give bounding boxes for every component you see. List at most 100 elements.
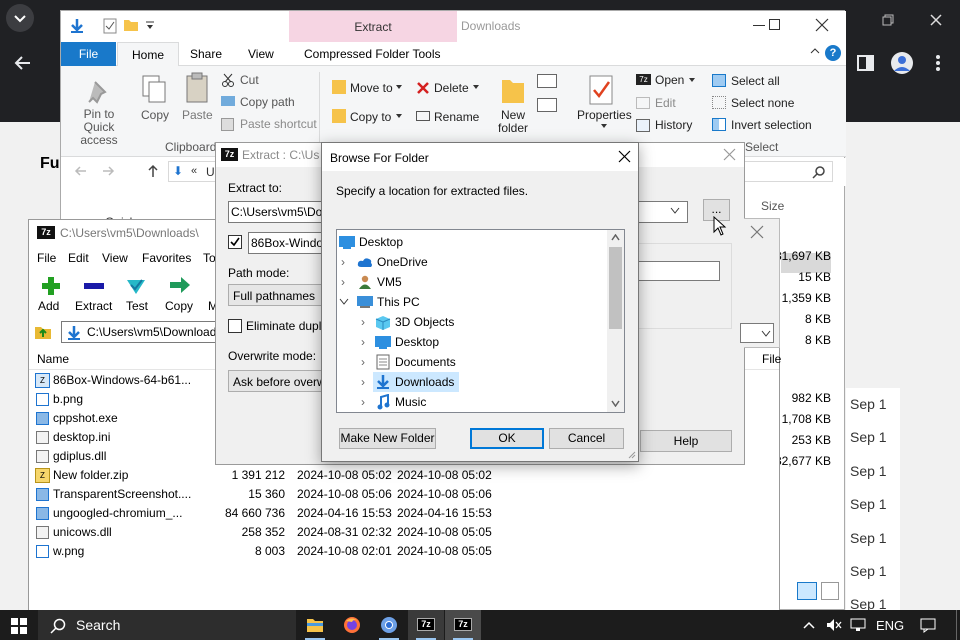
pin-quick-access-button[interactable]: Pin to Quick access [67,108,131,147]
tray-chevron-icon[interactable] [803,620,815,630]
tree-scrollbar[interactable] [607,230,624,412]
add-button[interactable]: Add [38,299,59,313]
folder-name-input[interactable]: 86Box-Window [248,232,328,254]
quick-access-dropdown-icon[interactable] [145,21,155,31]
scroll-down-icon[interactable] [611,400,620,407]
network-icon[interactable] [850,618,866,632]
make-new-folder-button[interactable]: Make New Folder [339,428,436,449]
nav-forward-icon[interactable] [101,164,115,178]
menu-file[interactable]: File [37,251,56,265]
taskbar-firefox[interactable] [334,610,370,640]
help-button[interactable]: Help [640,430,732,452]
resize-grip-icon[interactable] [626,449,636,459]
expand-chevron-icon[interactable]: › [361,392,365,412]
ok-button[interactable]: OK [470,428,544,449]
expand-chevron-icon[interactable]: › [361,352,365,372]
copy-path-button[interactable]: Copy path [240,95,295,109]
extract-context-tab[interactable]: Extract [289,11,457,42]
profile-avatar[interactable] [890,51,914,75]
file-column-header[interactable]: File [762,352,781,366]
expand-chevron-icon[interactable]: › [341,252,345,272]
background-close-icon[interactable] [750,225,764,239]
nav-up-icon[interactable] [146,164,160,178]
menu-tools[interactable]: To [203,251,216,265]
invert-selection-button[interactable]: Invert selection [731,118,812,132]
paste-shortcut-button[interactable]: Paste shortcut [240,117,317,131]
expand-chevron-icon[interactable]: › [361,372,365,392]
properties-dropdown-icon[interactable] [601,124,607,128]
delete-dropdown-icon[interactable] [473,85,479,89]
extract-close-icon[interactable] [723,148,736,161]
copy-to-dropdown-icon[interactable] [396,114,402,118]
properties-button[interactable]: Properties [577,108,632,122]
copy-button[interactable]: Copy [165,299,193,313]
nav-back-icon[interactable] [74,164,88,178]
taskbar-7zip-fm[interactable]: 7z [408,610,444,640]
tab-search-button[interactable] [6,4,34,32]
eliminate-duplicates-checkbox[interactable] [228,319,242,333]
easy-access-icon[interactable] [537,98,557,112]
overwrite-mode-select[interactable]: Ask before overwri [228,370,328,392]
collapse-chevron-icon[interactable] [339,298,349,306]
more-menu-icon[interactable] [930,52,946,74]
path-mode-select[interactable]: Full pathnames [228,284,328,306]
sidebar-icon[interactable] [856,53,876,73]
edit-button[interactable]: Edit [655,96,676,110]
restore-window-icon[interactable] [880,12,896,28]
size-column-header[interactable]: Size [761,199,784,213]
taskbar-7zip-extract[interactable]: 7z [445,610,481,640]
details-view-icon[interactable] [797,582,817,600]
delete-button[interactable]: Delete [434,81,469,95]
tab-share[interactable]: Share [176,42,236,66]
back-arrow-icon[interactable] [12,52,34,74]
folder-name-checkbox[interactable] [228,235,242,249]
new-folder-quick-icon[interactable] [123,18,139,32]
menu-favorites[interactable]: Favorites [142,251,191,265]
expand-chevron-icon[interactable]: › [341,272,345,292]
test-button[interactable]: Test [126,299,148,313]
new-folder-button[interactable]: New folder [496,109,530,135]
tab-compressed-folder-tools[interactable]: Compressed Folder Tools [290,42,455,66]
paste-button[interactable]: Paste [182,108,213,122]
language-indicator[interactable]: ENG [876,618,904,633]
taskbar-file-explorer[interactable] [297,610,333,640]
menu-view[interactable]: View [102,251,128,265]
new-item-icon[interactable] [537,74,557,88]
windows-start-icon[interactable] [11,618,27,634]
tiles-view-icon[interactable] [821,582,839,600]
move-to-dropdown-icon[interactable] [396,85,402,89]
close-window-icon[interactable] [928,12,944,28]
scrollbar-thumb[interactable] [609,247,622,329]
properties-check-icon[interactable] [103,18,117,34]
expand-chevron-icon[interactable]: › [361,312,365,332]
copy-to-button[interactable]: Copy to [350,110,391,124]
cut-button[interactable]: Cut [240,73,259,87]
folder-up-icon[interactable] [34,323,52,341]
folder-tree[interactable]: Desktop › OneDrive › VM5 This PC › 3D Ob… [336,229,625,413]
select-all-button[interactable]: Select all [731,74,780,88]
close-icon[interactable] [815,18,829,32]
scroll-up-icon[interactable] [611,234,620,241]
menu-edit[interactable]: Edit [68,251,89,265]
help-icon[interactable]: ? [825,45,841,61]
taskbar-search-box[interactable]: Search [38,610,296,640]
move-to-button[interactable]: Move to [350,81,393,95]
collapse-ribbon-icon[interactable] [809,45,821,57]
minimize-icon[interactable] [753,25,765,26]
speaker-muted-icon[interactable] [826,618,842,632]
history-button[interactable]: History [655,118,692,132]
rename-button[interactable]: Rename [434,110,479,124]
tab-home[interactable]: Home [117,42,180,66]
background-combobox[interactable] [740,323,774,343]
notification-icon[interactable] [920,618,936,633]
copy-button[interactable]: Copy [141,108,169,122]
open-button[interactable]: Open [655,73,684,87]
extract-button[interactable]: Extract [75,299,112,313]
expand-chevron-icon[interactable]: › [361,332,365,352]
name-column-header[interactable]: Name [37,352,69,366]
tab-view[interactable]: View [234,42,288,66]
show-desktop-button[interactable] [956,610,960,640]
browse-close-icon[interactable] [618,150,631,163]
extract-path-dropdown-icon[interactable] [670,207,680,215]
select-none-button[interactable]: Select none [731,96,794,110]
